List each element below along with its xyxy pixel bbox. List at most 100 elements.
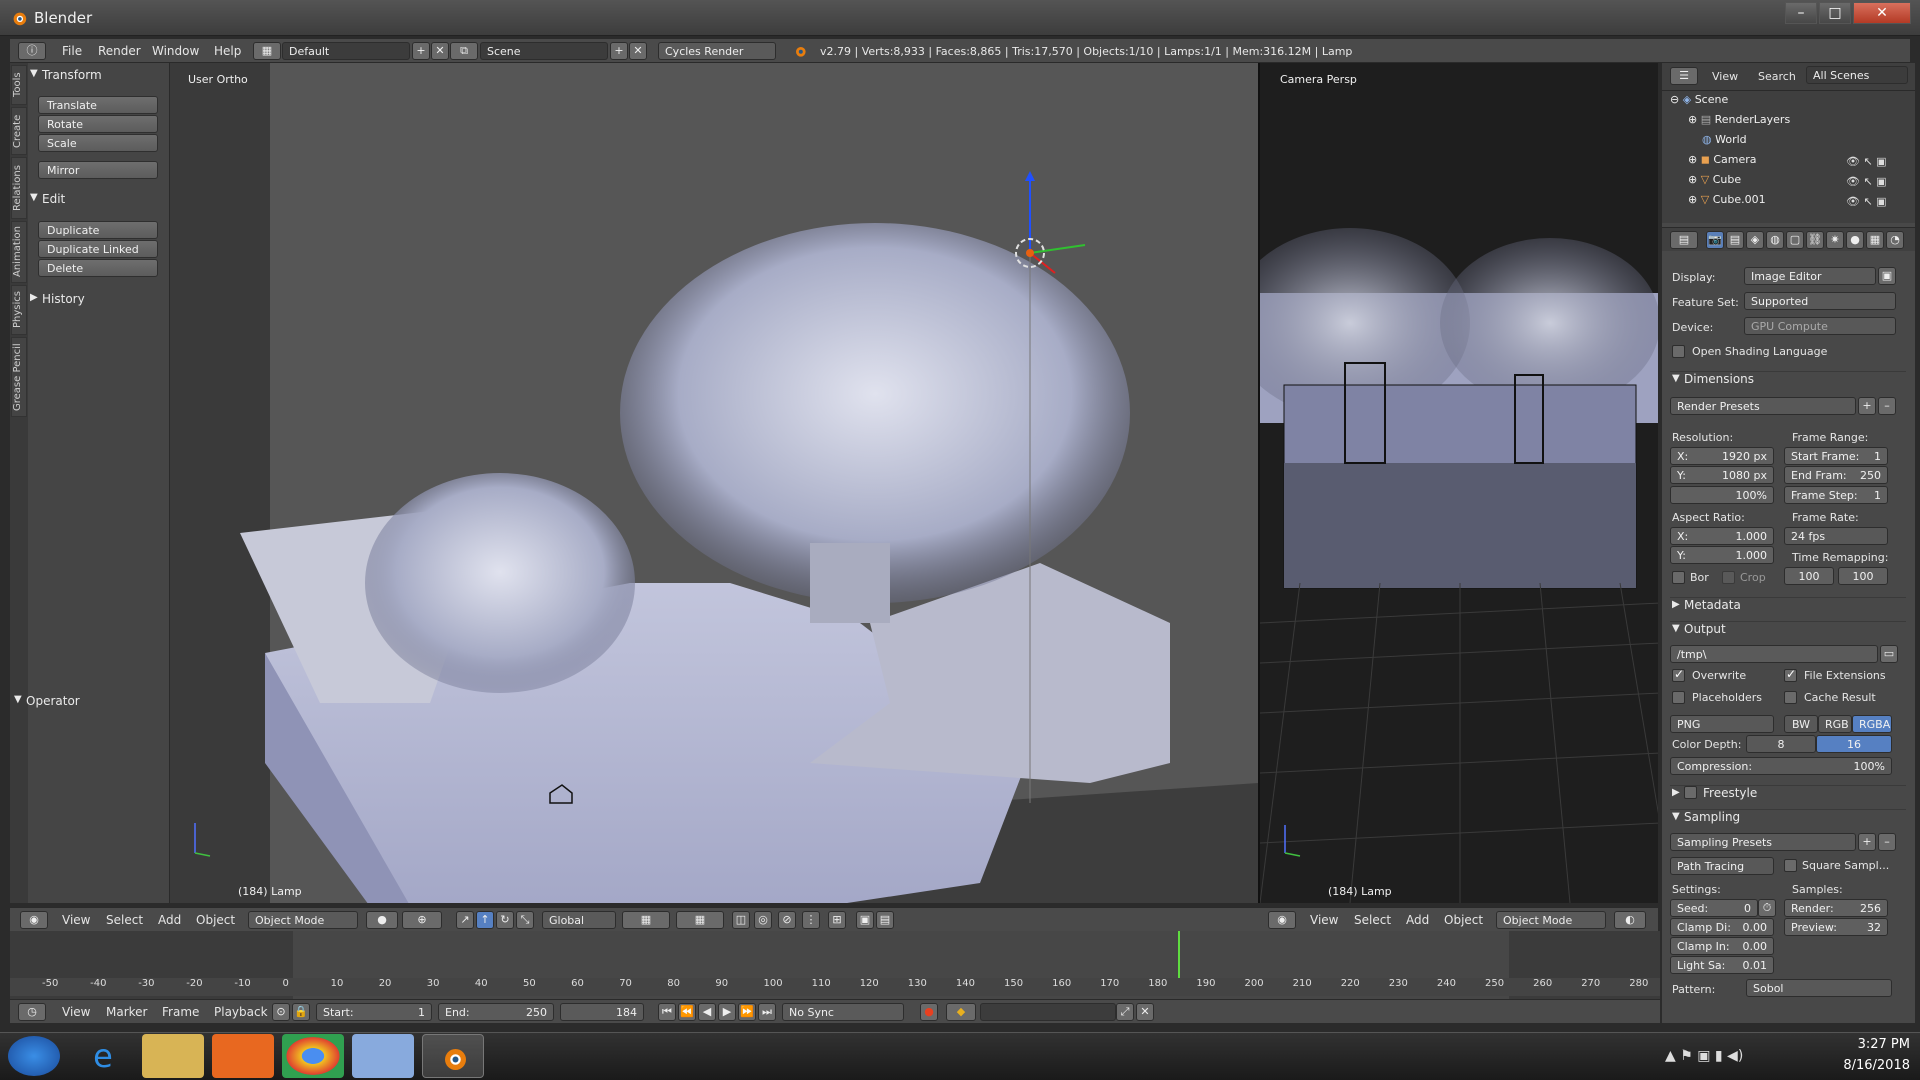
tab-create[interactable]: Create (11, 107, 27, 155)
current-frame-input[interactable]: 184 (560, 1003, 644, 1021)
use-preview-range-icon[interactable]: ⊙ (272, 1003, 290, 1021)
cache-result-checkbox[interactable] (1784, 691, 1797, 704)
outliner-type-icon[interactable]: ☰ (1670, 67, 1698, 85)
panel-edit[interactable]: ▼ Edit (28, 192, 160, 206)
folder-icon[interactable]: ▭ (1880, 645, 1898, 663)
translate-button[interactable]: Translate (38, 96, 158, 114)
menu-marker[interactable]: Marker (106, 1005, 147, 1019)
tray-icons[interactable]: ▲ ⚑ ▣ ▮ ◀) (1665, 1048, 1743, 1064)
scene-tab-icon[interactable]: ◈ (1746, 231, 1764, 249)
shading-icon[interactable]: ◐ (1614, 911, 1646, 929)
blender-taskbar-icon[interactable] (422, 1034, 484, 1078)
timeline-ruler[interactable]: -50 -40 -30 -20 -10 0 10 20 30 40 50 60 70 80 90 100 110… (10, 978, 1660, 996)
mirror-button[interactable]: Mirror (38, 161, 158, 179)
editor-type-icon[interactable]: ⓘ (18, 42, 46, 60)
media-player-icon[interactable] (212, 1034, 274, 1078)
outliner-item-renderlayers[interactable]: ⊕ ▤ RenderLayers (1688, 113, 1790, 132)
object-tab-icon[interactable]: ▢ (1786, 231, 1804, 249)
pattern-select[interactable]: Sobol (1746, 979, 1892, 997)
scene-remove-icon[interactable]: ✕ (629, 42, 647, 60)
layers-tab-icon[interactable]: ▤ (1726, 231, 1744, 249)
menu-file[interactable]: File (62, 44, 82, 58)
world-tab-icon[interactable]: ◍ (1766, 231, 1784, 249)
menu-window[interactable]: Window (152, 44, 199, 58)
jump-start-icon[interactable]: ⏮ (658, 1003, 676, 1021)
panel-operator[interactable]: ▼ Operator (12, 694, 144, 708)
layout-remove-icon[interactable]: ✕ (431, 42, 449, 60)
scene-add-icon[interactable]: + (610, 42, 628, 60)
resolution-percent-field[interactable]: 100% (1670, 486, 1774, 504)
play-reverse-icon[interactable]: ◀ (698, 1003, 716, 1021)
menu-view[interactable]: View (62, 913, 90, 927)
maximize-button[interactable]: □ (1819, 2, 1851, 24)
file-extensions-checkbox[interactable] (1784, 667, 1797, 682)
material-tab-icon[interactable]: ● (1846, 231, 1864, 249)
keying-set-icon[interactable]: ◆ (946, 1003, 976, 1021)
record-icon[interactable]: ● (920, 1003, 938, 1021)
layout-grid-icon[interactable]: ▦ (253, 42, 281, 60)
file-format-select[interactable]: PNG (1670, 715, 1774, 733)
menu-select[interactable]: Select (1354, 913, 1391, 927)
duplicate-linked-button[interactable]: Duplicate Linked (38, 240, 158, 258)
device-select[interactable]: GPU Compute (1744, 317, 1896, 335)
properties-type-icon[interactable]: ▤ (1670, 231, 1698, 249)
panel-output[interactable]: ▼ Output (1670, 621, 1906, 636)
outliner-item-world[interactable]: ◍ World (1702, 133, 1747, 152)
visibility-eye-icon[interactable]: 👁 ↖ ▣ (1846, 195, 1887, 208)
overwrite-checkbox[interactable] (1672, 667, 1685, 682)
menu-view[interactable]: View (62, 1005, 90, 1019)
visibility-eye-icon[interactable]: 👁 ↖ ▣ (1846, 155, 1887, 168)
freestyle-checkbox[interactable] (1684, 786, 1697, 799)
scene-selector[interactable]: Scene (480, 42, 608, 60)
paint-icon[interactable] (352, 1034, 414, 1078)
insert-keyframe-icon[interactable]: ⤢ (1116, 1003, 1134, 1021)
aspect-x-field[interactable]: X: 1.000 (1670, 527, 1774, 545)
proportional-icon[interactable]: ◎ (754, 911, 772, 929)
manipulator-icon[interactable]: ↗ (456, 911, 474, 929)
preset-add-icon[interactable]: + (1858, 397, 1876, 415)
sync-select[interactable]: No Sync (782, 1003, 904, 1021)
integrator-select[interactable]: Path Tracing (1670, 857, 1774, 875)
minimize-button[interactable]: – (1785, 2, 1817, 24)
render-samples-field[interactable]: Render: 256 (1784, 899, 1888, 917)
menu-object[interactable]: Object (196, 913, 235, 927)
menu-add[interactable]: Add (1406, 913, 1429, 927)
tab-physics[interactable]: Physics (11, 285, 27, 335)
delete-button[interactable]: Delete (38, 259, 158, 277)
remap-old-field[interactable]: 100 (1784, 567, 1834, 585)
menu-frame[interactable]: Frame (162, 1005, 199, 1019)
feature-set-select[interactable]: Supported (1744, 292, 1896, 310)
lock-interface-icon[interactable]: ▣ (1878, 267, 1896, 285)
start-button[interactable] (8, 1036, 60, 1076)
menu-add[interactable]: Add (158, 913, 181, 927)
texture-tab-icon[interactable]: ▦ (1866, 231, 1884, 249)
editor-type-icon[interactable]: ◉ (20, 911, 48, 929)
crop-checkbox[interactable] (1722, 571, 1735, 584)
snap-target-icon[interactable]: ⊞ (828, 911, 846, 929)
panel-transform[interactable]: ▼ Transform (28, 68, 160, 82)
outliner-item-camera[interactable]: ⊕ ◼ Camera (1688, 153, 1757, 172)
snap-icon[interactable]: ⊘ (778, 911, 796, 929)
jump-keyframe-next-icon[interactable]: ⏩ (738, 1003, 756, 1021)
render-layer-icon[interactable]: ◫ (732, 911, 750, 929)
explorer-icon[interactable] (142, 1034, 204, 1078)
remap-new-field[interactable]: 100 (1838, 567, 1888, 585)
menu-select[interactable]: Select (106, 913, 143, 927)
jump-keyframe-prev-icon[interactable]: ⏪ (678, 1003, 696, 1021)
editor-type-icon[interactable]: ◷ (18, 1003, 46, 1021)
sampling-presets-select[interactable]: Sampling Presets (1670, 833, 1856, 851)
keying-set-select[interactable] (980, 1003, 1116, 1021)
preview-samples-field[interactable]: Preview: 32 (1784, 918, 1888, 936)
frame-rate-select[interactable]: 24 fps (1784, 527, 1888, 545)
duplicate-button[interactable]: Duplicate (38, 221, 158, 239)
ie-icon[interactable]: e (72, 1034, 134, 1078)
outliner-menu-view[interactable]: View (1712, 70, 1738, 83)
light-sampling-field[interactable]: Light Sa: 0.01 (1670, 956, 1774, 974)
panel-history[interactable]: ▶ History (28, 292, 160, 306)
clamp-indirect-field[interactable]: Clamp In: 0.00 (1670, 937, 1774, 955)
opengl-render-icon[interactable]: ▣ (856, 911, 874, 929)
outliner-item-cube[interactable]: ⊕ ▽ Cube (1688, 173, 1741, 192)
translate-manip-icon[interactable]: ↑ (476, 911, 494, 929)
physics-tab-icon[interactable]: ◔ (1886, 231, 1904, 249)
start-frame-field[interactable]: Start Frame: 1 (1784, 447, 1888, 465)
